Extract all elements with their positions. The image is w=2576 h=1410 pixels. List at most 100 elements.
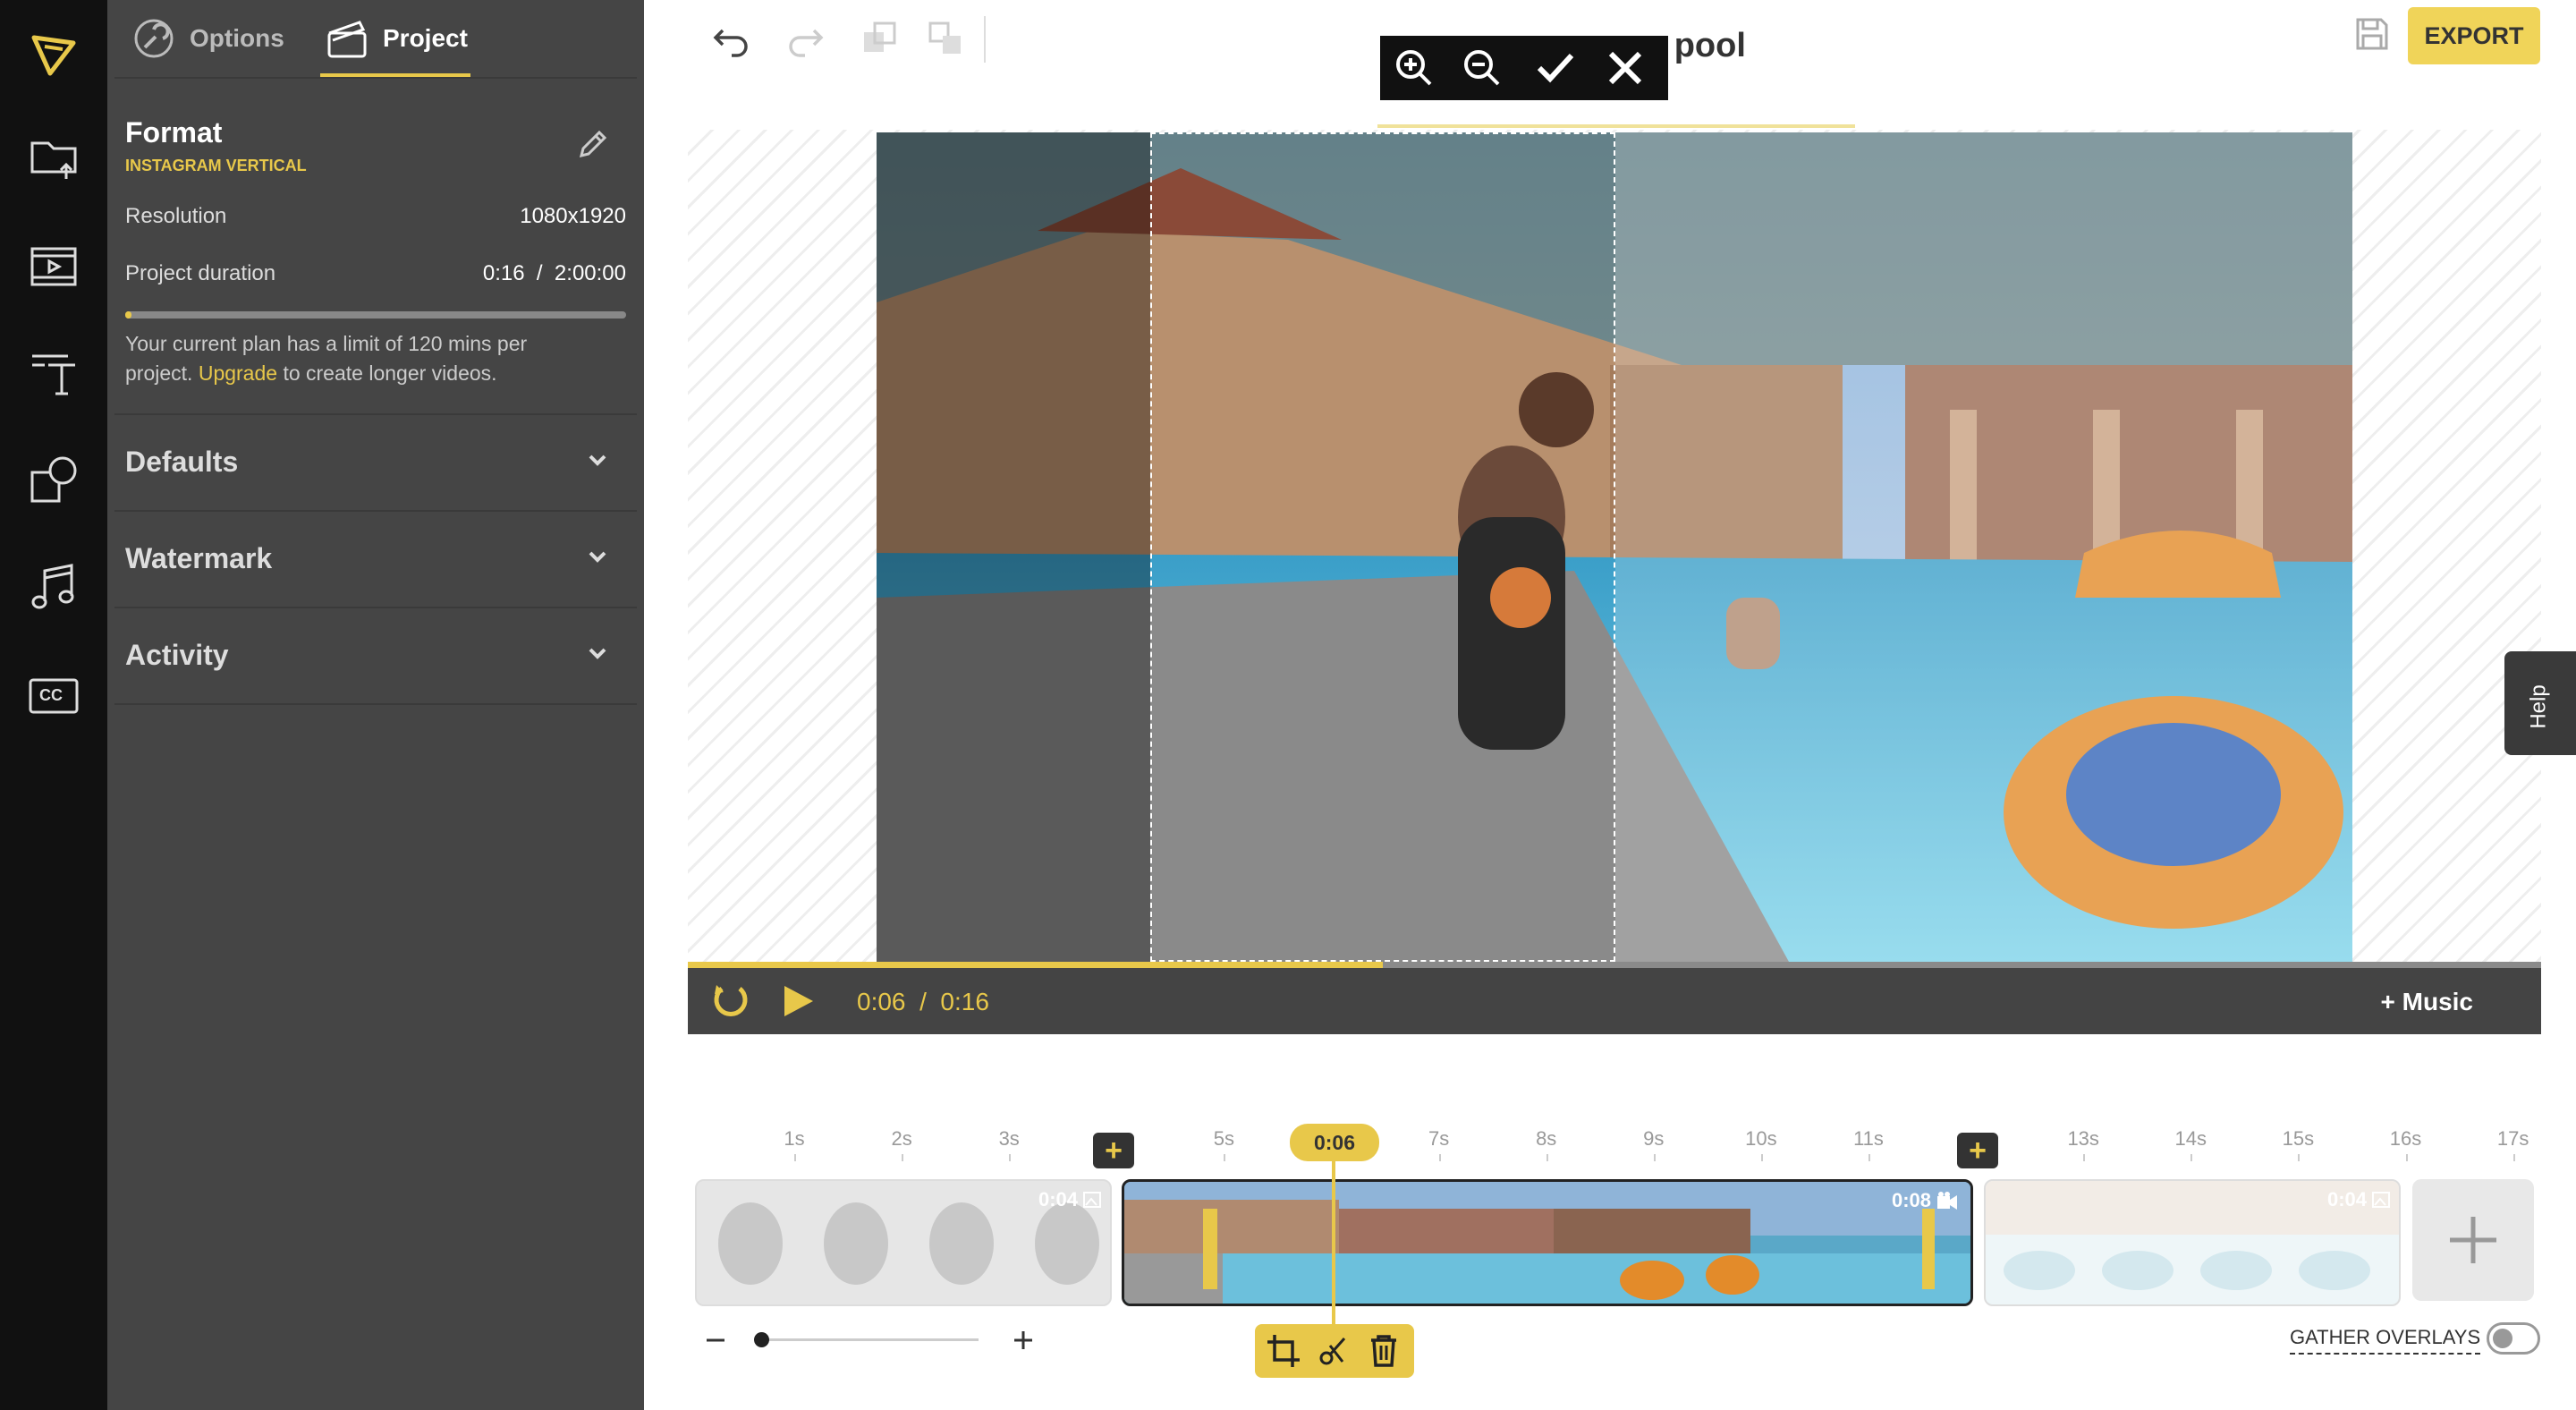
upgrade-link[interactable]: Upgrade	[199, 361, 277, 385]
zoom-out-icon[interactable]	[1461, 47, 1504, 89]
resolution-label: Resolution	[125, 204, 227, 228]
crop-toolbar	[1380, 36, 1668, 100]
save-icon[interactable]	[2352, 14, 2392, 54]
time-separator: /	[919, 988, 927, 1015]
tab-project-label: Project	[383, 24, 468, 52]
zoom-in-icon[interactable]	[1393, 47, 1436, 89]
timeline-zoom-handle[interactable]	[754, 1332, 769, 1347]
duration-value: 0:16 / 2:00:00	[482, 261, 626, 285]
timeline-tick: 8s	[1536, 1127, 1557, 1150]
resolution-value: 1080x1920	[520, 204, 626, 228]
chevron-down-icon[interactable]	[587, 546, 608, 567]
trash-icon[interactable]	[1366, 1333, 1402, 1369]
timeline-tick-mark	[1653, 1154, 1656, 1161]
plan-note-text-end: to create longer videos.	[277, 361, 497, 385]
confirm-icon[interactable]	[1534, 47, 1577, 89]
play-icon[interactable]	[779, 982, 817, 1020]
toolbar-divider	[984, 16, 986, 63]
help-tab[interactable]: Help	[2504, 651, 2576, 755]
crop-mask-right	[1615, 132, 2352, 962]
music-icon[interactable]	[21, 555, 86, 619]
playback-progress-track[interactable]	[688, 962, 2541, 968]
zoom-out-timeline-icon[interactable]	[703, 1328, 728, 1353]
plus-icon	[2450, 1217, 2496, 1263]
timeline-tick-mark	[1224, 1154, 1226, 1161]
timeline-tick: 5s	[1213, 1127, 1235, 1150]
timeline-tick: 2s	[891, 1127, 912, 1150]
split-icon[interactable]	[1316, 1333, 1352, 1369]
timeline-tick: 3s	[998, 1127, 1020, 1150]
clip-thumbnails	[1124, 1182, 1970, 1304]
divider	[114, 607, 637, 608]
crop-mask-left	[877, 132, 1150, 962]
timeline-tick-mark	[902, 1154, 904, 1161]
icon-rail: CC	[0, 0, 107, 1410]
crop-frame[interactable]	[1150, 132, 1615, 962]
timeline-tick-mark	[1438, 1154, 1441, 1161]
playhead-label[interactable]: 0:06	[1290, 1124, 1379, 1161]
tab-options-label: Options	[190, 24, 284, 52]
clip-duration: 0:04	[1038, 1188, 1078, 1210]
upload-folder-icon[interactable]	[21, 125, 86, 190]
timeline-tick: 10s	[1745, 1127, 1777, 1150]
timeline-tick: 17s	[2496, 1127, 2529, 1150]
tab-options[interactable]: Options	[132, 0, 284, 77]
divider	[114, 77, 637, 79]
send-backward-icon[interactable]	[925, 18, 968, 61]
zoom-in-timeline-icon[interactable]	[1011, 1328, 1036, 1353]
format-subtitle: INSTAGRAM VERTICAL	[125, 157, 307, 174]
logo-icon[interactable]	[21, 21, 86, 86]
timeline-tick-mark	[1760, 1154, 1763, 1161]
timeline-tick: 13s	[2067, 1127, 2099, 1150]
chevron-down-icon[interactable]	[587, 642, 608, 664]
help-label: Help	[2526, 684, 2551, 729]
timeline-clip[interactable]: 0:04	[695, 1179, 1112, 1306]
gather-overlays-toggle[interactable]	[2487, 1322, 2540, 1355]
chevron-down-icon[interactable]	[587, 449, 608, 471]
image-icon	[1083, 1192, 1101, 1208]
export-button[interactable]: EXPORT	[2408, 7, 2540, 64]
add-clip-button[interactable]	[2412, 1179, 2534, 1301]
clip-duration: 0:08	[1891, 1189, 1931, 1211]
timeline-clip-selected[interactable]: 0:08	[1122, 1179, 1973, 1306]
format-title: Format	[125, 116, 223, 149]
video-preview[interactable]	[877, 132, 2352, 962]
section-watermark[interactable]: Watermark	[125, 542, 272, 575]
playhead-line[interactable]	[1332, 1161, 1335, 1326]
text-icon[interactable]	[21, 340, 86, 404]
timeline-tick: 16s	[2389, 1127, 2422, 1150]
pencil-icon[interactable]	[574, 127, 610, 163]
timeline-tick-mark	[2083, 1154, 2086, 1161]
add-transition-button[interactable]: +	[1093, 1133, 1134, 1168]
redo-icon[interactable]	[784, 18, 826, 61]
timeline-tick-mark	[1546, 1154, 1548, 1161]
current-time: 0:06	[857, 988, 906, 1015]
timeline-tick-mark	[1868, 1154, 1870, 1161]
timeline-ruler[interactable]: 1s2s3s5s6s7s8s9s10s11s13s14s15s16s17s	[698, 1127, 2540, 1163]
duration-progress-track	[125, 311, 626, 319]
duration-progress-fill	[125, 311, 132, 319]
timeline-tick-mark	[2298, 1154, 2301, 1161]
add-transition-button[interactable]: +	[1957, 1133, 1998, 1168]
cancel-icon[interactable]	[1604, 47, 1647, 89]
duration-label: Project duration	[125, 261, 276, 285]
add-music-button[interactable]: + Music	[2381, 988, 2473, 1016]
tab-project[interactable]: Project	[326, 0, 468, 77]
media-library-icon[interactable]	[21, 234, 86, 299]
bring-forward-icon[interactable]	[859, 18, 902, 61]
elements-icon[interactable]	[21, 447, 86, 512]
wrench-icon	[134, 19, 174, 58]
crop-top-handle[interactable]	[1377, 124, 1855, 128]
player-controls: 0:06 / 0:16 + Music	[688, 968, 2541, 1034]
clip-tools	[1255, 1324, 1414, 1378]
undo-icon[interactable]	[710, 18, 753, 61]
crop-icon[interactable]	[1266, 1333, 1301, 1369]
captions-label: CC	[39, 686, 63, 704]
captions-icon[interactable]: CC	[21, 664, 86, 728]
section-defaults[interactable]: Defaults	[125, 446, 238, 479]
timeline-zoom-slider[interactable]	[755, 1338, 979, 1341]
replay-icon[interactable]	[709, 980, 752, 1023]
section-activity[interactable]: Activity	[125, 639, 229, 672]
timeline-clip[interactable]: 0:04	[1984, 1179, 2401, 1306]
playback-progress-fill	[688, 962, 1383, 968]
